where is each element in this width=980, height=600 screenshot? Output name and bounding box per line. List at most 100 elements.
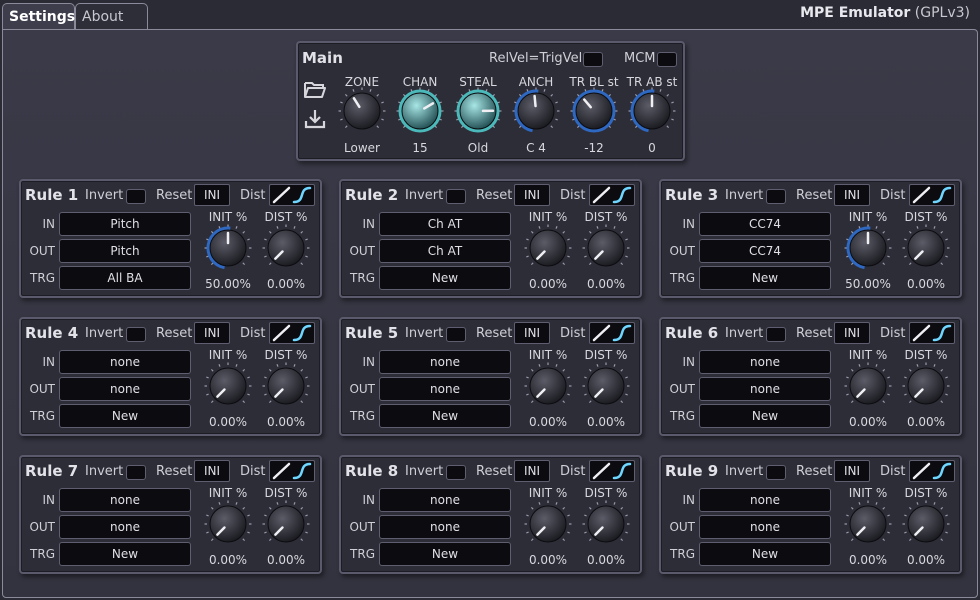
- main-knob-value: -12: [584, 141, 604, 155]
- trg-select[interactable]: New: [699, 542, 831, 566]
- reset-mode-button[interactable]: INI: [514, 460, 550, 482]
- dist-knob[interactable]: [902, 224, 950, 272]
- in-select[interactable]: none: [379, 350, 511, 374]
- main-knob-tr-bl-st[interactable]: [570, 87, 618, 135]
- main-panel: Main RelVel=TrigVel MCM ZONE Lower CHAN 15 S…: [296, 41, 685, 161]
- trg-select[interactable]: New: [699, 266, 831, 290]
- in-select[interactable]: none: [59, 350, 191, 374]
- init-knob[interactable]: [204, 362, 252, 410]
- dist-curve-button[interactable]: [589, 184, 635, 206]
- reset-mode-button[interactable]: INI: [834, 460, 870, 482]
- dist-pct-label: DIST %: [264, 210, 308, 224]
- invert-checkbox[interactable]: [126, 327, 146, 342]
- init-value: 0.00%: [528, 415, 568, 429]
- in-select[interactable]: Pitch: [59, 212, 191, 236]
- in-select[interactable]: none: [699, 488, 831, 512]
- reset-mode-button[interactable]: INI: [514, 322, 550, 344]
- dist-knob[interactable]: [582, 224, 630, 272]
- main-knob-chan[interactable]: [396, 87, 444, 135]
- out-select[interactable]: Pitch: [59, 239, 191, 263]
- invert-checkbox[interactable]: [766, 465, 786, 480]
- mcm-label: MCM: [624, 51, 656, 66]
- main-knob-zone[interactable]: [338, 87, 386, 135]
- dist-curve-button[interactable]: [909, 460, 955, 482]
- out-select[interactable]: none: [699, 515, 831, 539]
- init-knob[interactable]: [204, 224, 252, 272]
- trg-select[interactable]: New: [379, 542, 511, 566]
- trg-select[interactable]: All BA: [59, 266, 191, 290]
- init-knob[interactable]: [844, 224, 892, 272]
- in-row-label: IN: [362, 355, 375, 369]
- dist-pct-label: DIST %: [584, 348, 628, 362]
- dist-curve-button[interactable]: [269, 322, 315, 344]
- reset-mode-button[interactable]: INI: [834, 184, 870, 206]
- main-knob-anch[interactable]: [512, 87, 560, 135]
- dist-curve-button[interactable]: [589, 460, 635, 482]
- reset-mode-button[interactable]: INI: [834, 322, 870, 344]
- init-knob[interactable]: [844, 362, 892, 410]
- dist-knob[interactable]: [582, 362, 630, 410]
- in-select[interactable]: Ch AT: [379, 212, 511, 236]
- reset-mode-button[interactable]: INI: [194, 184, 230, 206]
- invert-checkbox[interactable]: [766, 189, 786, 204]
- dist-curve-button[interactable]: [269, 460, 315, 482]
- init-knob[interactable]: [844, 500, 892, 548]
- out-select[interactable]: none: [699, 377, 831, 401]
- in-row-label: IN: [42, 217, 55, 231]
- reset-mode-button[interactable]: INI: [514, 184, 550, 206]
- rule-panel: Rule 6 Invert Reset INI Dist IN none OUT none TRG…: [659, 317, 962, 436]
- dist-curve-button[interactable]: [909, 184, 955, 206]
- dist-knob[interactable]: [262, 224, 310, 272]
- in-select[interactable]: none: [59, 488, 191, 512]
- in-select[interactable]: none: [699, 350, 831, 374]
- trg-select[interactable]: New: [379, 404, 511, 428]
- init-knob[interactable]: [524, 224, 572, 272]
- dist-knob[interactable]: [262, 362, 310, 410]
- init-knob[interactable]: [524, 362, 572, 410]
- reset-label: Reset: [476, 188, 513, 203]
- dist-value: 0.00%: [906, 553, 946, 567]
- save-preset-button[interactable]: [303, 108, 327, 130]
- dist-curve-button[interactable]: [909, 322, 955, 344]
- out-select[interactable]: none: [379, 377, 511, 401]
- out-select[interactable]: none: [59, 377, 191, 401]
- dist-curve-button[interactable]: [269, 184, 315, 206]
- invert-checkbox[interactable]: [766, 327, 786, 342]
- dist-value: 0.00%: [906, 277, 946, 291]
- init-knob[interactable]: [204, 500, 252, 548]
- invert-checkbox[interactable]: [446, 189, 466, 204]
- trg-select[interactable]: New: [699, 404, 831, 428]
- invert-checkbox[interactable]: [126, 465, 146, 480]
- dist-knob[interactable]: [902, 500, 950, 548]
- dist-curve-button[interactable]: [589, 322, 635, 344]
- trg-select[interactable]: New: [379, 266, 511, 290]
- main-knob-steal[interactable]: [454, 87, 502, 135]
- reset-mode-button[interactable]: INI: [194, 460, 230, 482]
- invert-checkbox[interactable]: [446, 465, 466, 480]
- tab-about[interactable]: About: [75, 3, 148, 30]
- load-preset-button[interactable]: [303, 79, 327, 101]
- trg-select[interactable]: New: [59, 542, 191, 566]
- in-select[interactable]: none: [379, 488, 511, 512]
- dist-knob[interactable]: [582, 500, 630, 548]
- relvel-checkbox[interactable]: [583, 52, 603, 67]
- init-knob[interactable]: [524, 500, 572, 548]
- out-select[interactable]: none: [59, 515, 191, 539]
- s-curve-icon: [612, 324, 632, 342]
- mcm-checkbox[interactable]: [657, 52, 677, 67]
- invert-checkbox[interactable]: [126, 189, 146, 204]
- in-select[interactable]: CC74: [699, 212, 831, 236]
- init-pct-label: INIT %: [208, 486, 248, 500]
- invert-checkbox[interactable]: [446, 327, 466, 342]
- out-select[interactable]: Ch AT: [379, 239, 511, 263]
- main-knob-value: C 4: [526, 141, 546, 155]
- out-select[interactable]: none: [379, 515, 511, 539]
- main-knob-tr-ab-st[interactable]: [628, 87, 676, 135]
- dist-knob[interactable]: [262, 500, 310, 548]
- rule-title: Rule 9: [665, 462, 719, 480]
- reset-mode-button[interactable]: INI: [194, 322, 230, 344]
- dist-knob[interactable]: [902, 362, 950, 410]
- out-select[interactable]: CC74: [699, 239, 831, 263]
- trg-select[interactable]: New: [59, 404, 191, 428]
- tab-settings[interactable]: Settings: [2, 3, 75, 30]
